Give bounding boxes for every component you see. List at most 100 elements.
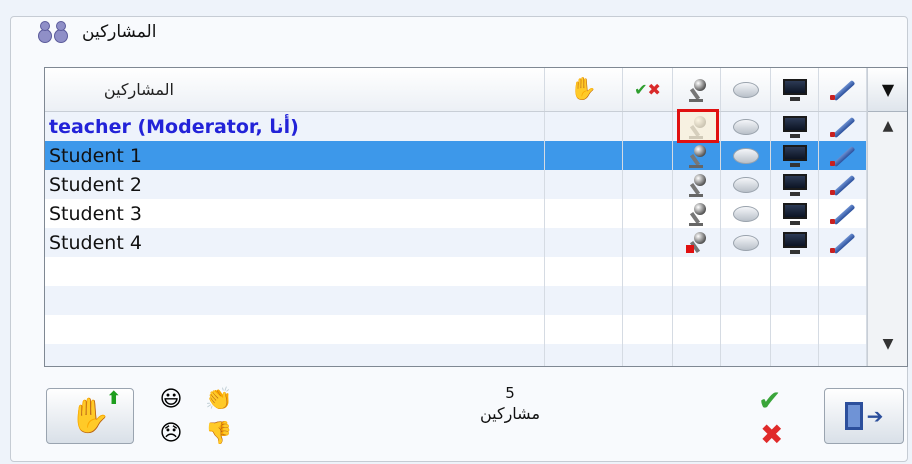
cell-name [45, 286, 545, 315]
sad-icon[interactable]: 😞 [158, 420, 184, 446]
pen-icon [829, 173, 857, 197]
chat-bubble-icon [732, 234, 759, 251]
door-icon [844, 402, 863, 430]
cell-scr [771, 228, 819, 257]
participant-name: Student 3 [49, 202, 142, 225]
cell-pen [819, 141, 867, 170]
cell-pen [819, 286, 867, 315]
cell-mic[interactable] [673, 141, 721, 170]
cell-hand [545, 228, 623, 257]
participant-row[interactable]: Student 1 [45, 141, 867, 170]
mic-highlight-box [677, 109, 719, 143]
cell-chat [721, 112, 771, 141]
column-header-screen[interactable] [771, 68, 819, 111]
column-header-name[interactable]: المشاركين [45, 68, 545, 111]
thumbs-down-icon[interactable]: 👎 [205, 420, 232, 446]
pen-icon [829, 231, 857, 255]
cell-chk [623, 141, 673, 170]
exit-button[interactable]: ➔ [824, 388, 904, 444]
cell-hand [545, 257, 623, 286]
cell-mic [673, 286, 721, 315]
scroll-down-arrow[interactable]: ▼ [868, 336, 907, 352]
monitor-icon [782, 173, 808, 196]
empty-row [45, 286, 867, 315]
column-header-mic[interactable] [673, 68, 721, 111]
chat-bubble-icon [732, 176, 759, 193]
cell-chk [623, 315, 673, 344]
cell-scr [771, 344, 819, 366]
cell-chk [623, 228, 673, 257]
cell-scr [771, 315, 819, 344]
cell-name [45, 315, 545, 344]
raise-hand-icon: ✋ ⬆ [68, 388, 122, 436]
cell-name [45, 344, 545, 366]
cell-chk [623, 199, 673, 228]
chat-bubble-icon [732, 118, 759, 135]
chat-bubble-icon [732, 147, 759, 164]
cell-name [45, 257, 545, 286]
column-header-pen[interactable] [819, 68, 867, 111]
participants-list[interactable]: المشاركين ✋ ✔✖ teacher (Moderator, أنا) S… [44, 67, 908, 367]
vertical-scrollbar[interactable]: ▼ ▲ ▼ [867, 68, 907, 366]
cell-name: Student 3 [45, 199, 545, 228]
applause-icon[interactable]: 👏 [205, 386, 232, 412]
participant-name: Student 2 [49, 173, 142, 196]
cell-hand [545, 315, 623, 344]
cell-chat [721, 141, 771, 170]
cross-icon[interactable]: ✖ [760, 418, 783, 451]
cell-mic[interactable] [673, 228, 721, 257]
monitor-icon [782, 115, 808, 138]
participant-count-number: 5 [505, 384, 515, 402]
cell-chat [721, 170, 771, 199]
cell-mic[interactable] [673, 199, 721, 228]
cell-hand [545, 170, 623, 199]
empty-row [45, 344, 867, 366]
cell-pen [819, 257, 867, 286]
raise-hand-button[interactable]: ✋ ⬆ [46, 388, 134, 444]
smile-icon[interactable]: 😃 [158, 386, 184, 412]
scroll-up-arrow[interactable]: ▲ [868, 118, 907, 134]
cell-pen [819, 344, 867, 366]
cell-hand [545, 199, 623, 228]
cell-mic [673, 257, 721, 286]
participant-row[interactable]: Student 2 [45, 170, 867, 199]
column-header-hand[interactable]: ✋ [545, 68, 623, 111]
participant-row[interactable]: Student 3 [45, 199, 867, 228]
cell-mic [673, 315, 721, 344]
list-header: المشاركين ✋ ✔✖ [45, 68, 867, 112]
panel-title: المشاركين [30, 18, 163, 46]
cell-name: Student 2 [45, 170, 545, 199]
cell-hand [545, 112, 623, 141]
users-group-icon [36, 19, 76, 45]
cell-chat [721, 286, 771, 315]
arrow-right-icon: ➔ [866, 404, 884, 428]
cell-scr [771, 112, 819, 141]
cell-chat [721, 315, 771, 344]
column-header-chat[interactable] [721, 68, 771, 111]
microphone-icon [686, 173, 708, 197]
check-icon[interactable]: ✔ [758, 384, 781, 417]
monitor-icon [782, 78, 808, 101]
pen-icon [829, 78, 857, 102]
chat-bubble-icon [732, 205, 759, 222]
cell-chk [623, 344, 673, 366]
microphone-icon [686, 202, 708, 226]
monitor-icon [782, 231, 808, 254]
chat-bubble-icon [732, 81, 759, 98]
participant-row[interactable]: Student 4 [45, 228, 867, 257]
cell-mic[interactable] [673, 170, 721, 199]
participant-count-label: مشاركين [479, 404, 541, 423]
empty-row [45, 257, 867, 286]
cell-pen [819, 170, 867, 199]
cell-chat [721, 199, 771, 228]
cell-name: teacher (Moderator, أنا) [45, 112, 545, 141]
column-header-status[interactable]: ✔✖ [623, 68, 673, 111]
cell-mic [673, 344, 721, 366]
participant-name: Student 4 [49, 231, 142, 254]
empty-row [45, 315, 867, 344]
raise-hand-icon: ✋ [569, 77, 598, 102]
microphone-icon [685, 231, 708, 255]
check-cross-icon: ✔✖ [634, 80, 661, 99]
chevron-down-icon[interactable]: ▼ [868, 68, 907, 112]
participant-row[interactable]: teacher (Moderator, أنا) [45, 112, 867, 141]
